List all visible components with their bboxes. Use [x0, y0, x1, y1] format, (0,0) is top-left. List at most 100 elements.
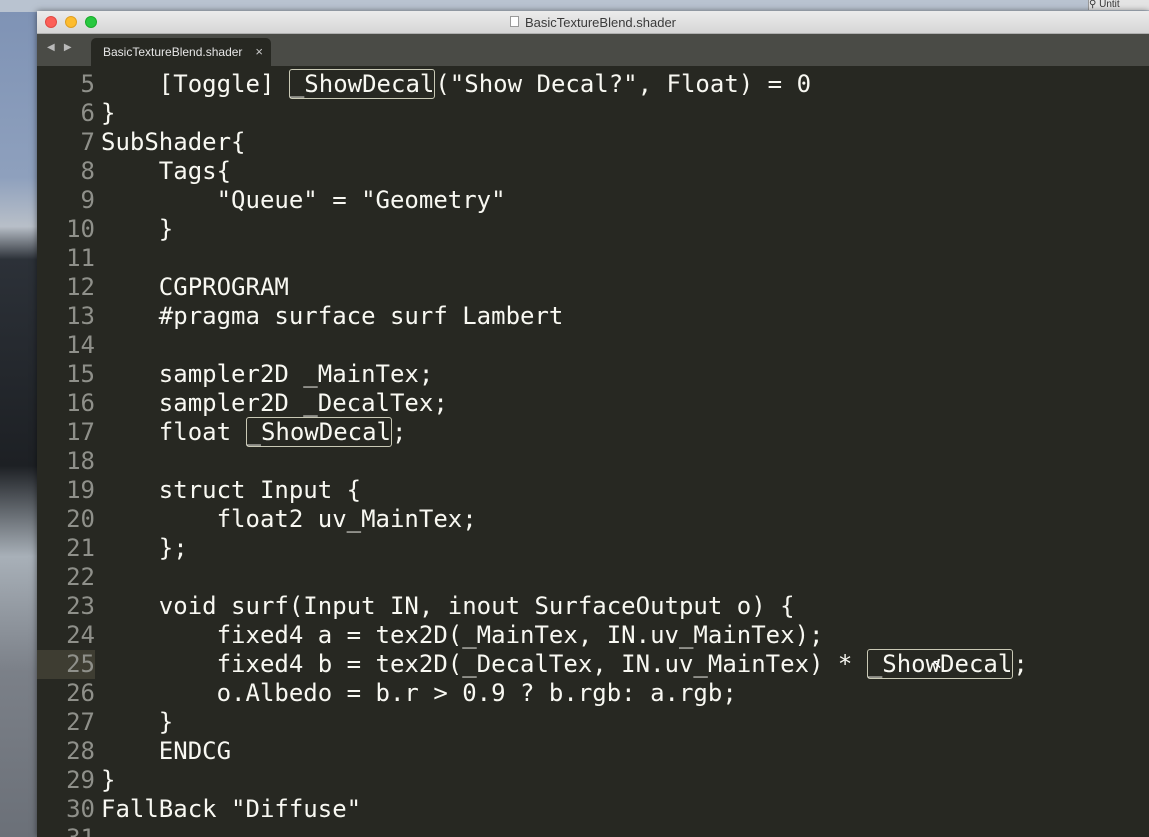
- line-code: }: [101, 708, 173, 737]
- window-title-group: BasicTextureBlend.shader: [37, 11, 1149, 33]
- code-line[interactable]: 31: [37, 824, 1149, 837]
- line-code: }: [101, 99, 115, 128]
- line-number: 9: [80, 186, 95, 214]
- line-code: sampler2D _MainTex;: [101, 360, 434, 389]
- code-line[interactable]: 28 ENDCG: [37, 737, 1149, 766]
- highlighted-match: _ShowDecal: [245, 417, 392, 447]
- line-code: fixed4 b = tex2D(_DecalTex, IN.uv_MainTe…: [101, 649, 1028, 679]
- code-text: void surf(Input IN, inout SurfaceOutput …: [101, 592, 795, 620]
- line-code: sampler2D _DecalTex;: [101, 389, 448, 418]
- line-code: [Toggle] _ShowDecal("Show Decal?", Float…: [101, 69, 812, 99]
- code-line[interactable]: 6}: [37, 99, 1149, 128]
- line-number: 21: [66, 534, 95, 562]
- line-code: float2 uv_MainTex;: [101, 505, 477, 534]
- line-code: float _ShowDecal;: [101, 417, 407, 447]
- code-text: }: [101, 215, 174, 243]
- code-text: [Toggle]: [101, 70, 289, 98]
- code-lines: 5 [Toggle] _ShowDecal("Show Decal?", Flo…: [37, 69, 1149, 837]
- line-number: 26: [66, 679, 95, 707]
- line-number: 17: [66, 418, 95, 446]
- line-code: "Queue" = "Geometry": [101, 186, 506, 215]
- tab-bar: ◀ ▶ BasicTextureBlend.shader ×: [37, 34, 1149, 66]
- line-code: o.Albedo = b.r > 0.9 ? b.rgb: a.rgb;: [101, 679, 737, 708]
- code-line[interactable]: 12 CGPROGRAM: [37, 273, 1149, 302]
- code-line[interactable]: 26 o.Albedo = b.r > 0.9 ? b.rgb: a.rgb;: [37, 679, 1149, 708]
- line-number: 19: [66, 476, 95, 504]
- line-code: Tags{: [101, 157, 231, 186]
- line-number: 25: [37, 650, 95, 679]
- line-number: 28: [66, 737, 95, 765]
- line-code: FallBack "Diffuse": [101, 795, 361, 824]
- line-number: 24: [66, 621, 95, 649]
- code-text: struct Input {: [101, 476, 362, 504]
- line-number: 23: [66, 592, 95, 620]
- tab-nav-arrows[interactable]: ◀ ▶: [47, 42, 75, 53]
- code-text: CGPROGRAM: [101, 273, 289, 301]
- code-line[interactable]: 15 sampler2D _MainTex;: [37, 360, 1149, 389]
- code-text: }: [101, 766, 116, 794]
- line-number: 31: [37, 824, 95, 837]
- code-line[interactable]: 21 };: [37, 534, 1149, 563]
- line-code: }: [101, 766, 115, 795]
- line-code: #pragma surface surf Lambert: [101, 302, 564, 331]
- code-text: Tags{: [101, 157, 232, 185]
- close-icon[interactable]: ×: [255, 44, 263, 59]
- code-text: ("Show Decal?", Float) = 0: [435, 70, 812, 98]
- code-text: ;: [392, 418, 407, 446]
- unity-account-button[interactable]: ⚲ Untit: [1088, 0, 1149, 10]
- code-line[interactable]: 20 float2 uv_MainTex;: [37, 505, 1149, 534]
- code-line[interactable]: 24 fixed4 a = tex2D(_MainTex, IN.uv_Main…: [37, 621, 1149, 650]
- line-number: 18: [66, 447, 95, 475]
- code-line[interactable]: 27 }: [37, 708, 1149, 737]
- code-text: fixed4 b = tex2D(_DecalTex, IN.uv_MainTe…: [101, 650, 867, 678]
- line-number: 8: [80, 157, 95, 185]
- code-line[interactable]: 10 }: [37, 215, 1149, 244]
- line-number: 14: [66, 331, 95, 359]
- code-line[interactable]: 17 float _ShowDecal;: [37, 417, 1149, 447]
- code-text: ;: [1013, 650, 1028, 678]
- code-line[interactable]: 7 SubShader{: [37, 128, 1149, 157]
- line-code: struct Input {: [101, 476, 361, 505]
- line-code: ENDCG: [101, 737, 231, 766]
- code-text: FallBack "Diffuse": [101, 795, 362, 823]
- background-scene-view: [0, 12, 38, 837]
- line-number: 30: [66, 795, 95, 823]
- code-line[interactable]: 22: [37, 563, 1149, 592]
- line-number: 12: [66, 273, 95, 301]
- line-code: }: [101, 215, 173, 244]
- code-line[interactable]: 23 void surf(Input IN, inout SurfaceOutp…: [37, 592, 1149, 621]
- line-code: };: [101, 534, 188, 563]
- code-line[interactable]: 8 Tags{: [37, 157, 1149, 186]
- code-line[interactable]: 13 #pragma surface surf Lambert: [37, 302, 1149, 331]
- code-text: o.Albedo = b.r > 0.9 ? b.rgb: a.rgb;: [101, 679, 737, 707]
- code-line[interactable]: 18: [37, 447, 1149, 476]
- code-line[interactable]: 16 sampler2D _DecalTex;: [37, 389, 1149, 418]
- code-text: "Queue" = "Geometry": [101, 186, 506, 214]
- code-text: ENDCG: [101, 737, 232, 765]
- code-line[interactable]: 5 [Toggle] _ShowDecal("Show Decal?", Flo…: [37, 69, 1149, 99]
- line-number: 16: [66, 389, 95, 417]
- code-text: sampler2D _MainTex;: [101, 360, 434, 388]
- line-number: 13: [66, 302, 95, 330]
- code-line[interactable]: 30 FallBack "Diffuse": [37, 795, 1149, 824]
- tab-label: BasicTextureBlend.shader: [103, 45, 243, 59]
- code-line[interactable]: 25 fixed4 b = tex2D(_DecalTex, IN.uv_Mai…: [37, 649, 1149, 679]
- highlighted-match: _ShowDecal: [288, 69, 436, 99]
- editor-window: BasicTextureBlend.shader ◀ ▶ BasicTextur…: [37, 11, 1149, 837]
- code-line[interactable]: 29}: [37, 766, 1149, 795]
- code-line[interactable]: 19 struct Input {: [37, 476, 1149, 505]
- code-line[interactable]: 11: [37, 244, 1149, 273]
- line-code: SubShader{: [101, 128, 246, 157]
- line-number: 29: [66, 766, 95, 794]
- code-line[interactable]: 9 "Queue" = "Geometry": [37, 186, 1149, 215]
- code-text: SubShader{: [101, 128, 246, 156]
- tab-basictextureblend[interactable]: BasicTextureBlend.shader ×: [91, 38, 271, 66]
- window-title: BasicTextureBlend.shader: [524, 14, 677, 30]
- line-code: void surf(Input IN, inout SurfaceOutput …: [101, 592, 795, 621]
- code-text: };: [101, 534, 188, 562]
- code-text: float: [101, 418, 246, 446]
- code-line[interactable]: 14: [37, 331, 1149, 360]
- line-number: 22: [66, 563, 95, 591]
- code-editor[interactable]: 5 [Toggle] _ShowDecal("Show Decal?", Flo…: [37, 66, 1149, 837]
- code-text: #pragma surface surf Lambert: [101, 302, 564, 330]
